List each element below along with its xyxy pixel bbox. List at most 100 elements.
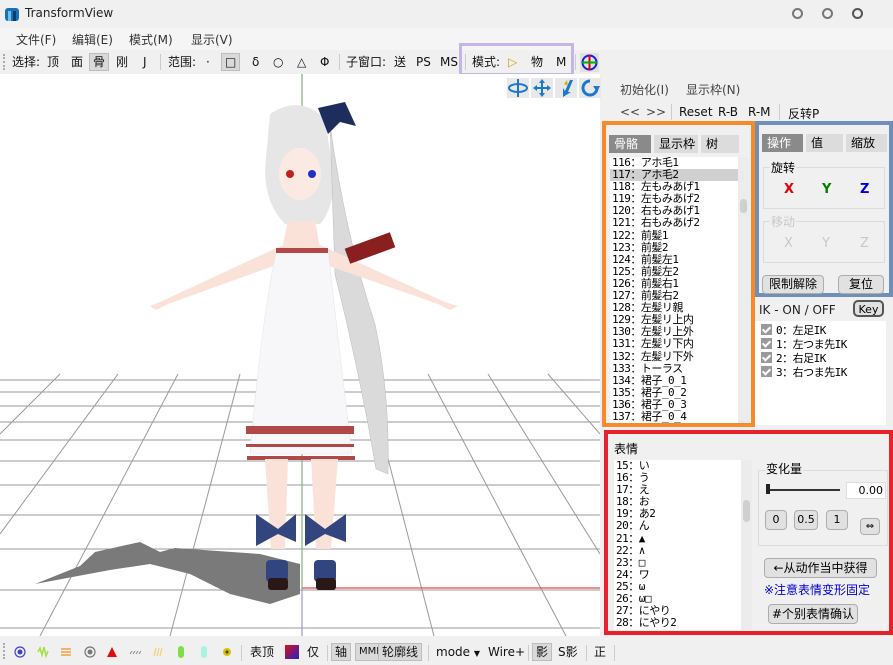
select-rigid-button[interactable]: 刚 [113, 53, 131, 71]
get-from-motion-button[interactable]: ←从动作当中获得 [764, 558, 877, 578]
tab-tree[interactable]: 树 [701, 135, 739, 153]
morph-list-scrollbar[interactable] [741, 460, 752, 630]
menu-view[interactable]: 显示(V) [191, 31, 233, 48]
display-frame-menu[interactable]: 显示枠(N) [686, 81, 740, 98]
amount-slider-track[interactable] [766, 489, 840, 491]
close-button[interactable] [852, 8, 863, 19]
scrollbar-thumb[interactable] [740, 199, 747, 213]
range-phi-button[interactable]: Φ [317, 53, 332, 71]
tab-operation[interactable]: 操作 [762, 134, 803, 152]
red-triangle-icon[interactable] [106, 646, 118, 658]
shadow-toggle[interactable]: 影 [532, 643, 553, 661]
subwindow-send-button[interactable]: 送 [391, 53, 409, 71]
initialize-menu[interactable]: 初始化(I) [620, 81, 669, 98]
ik-key-button[interactable]: Key [853, 300, 884, 317]
rotate-x-button[interactable]: X [784, 182, 794, 197]
axis-toggle[interactable]: 轴 [331, 643, 352, 661]
yellow-gear-icon[interactable] [221, 646, 233, 658]
local-move-button[interactable] [555, 78, 577, 98]
ik-checkbox[interactable] [761, 352, 772, 363]
menu-mode[interactable]: 模式(M) [129, 31, 173, 48]
tab-value[interactable]: 值 [806, 134, 843, 152]
range-delta-button[interactable]: δ [249, 53, 262, 71]
list-item[interactable]: 123：前髪2 [610, 241, 738, 254]
minimize-button[interactable] [792, 8, 803, 19]
list-item[interactable]: 137：裙子_0_4 [610, 410, 738, 423]
green-capsule-icon[interactable] [175, 646, 187, 658]
list-item[interactable]: 132：左髪リ下外 [610, 350, 738, 363]
prev-button[interactable]: << [620, 105, 640, 119]
preset-1-button[interactable]: 1 [826, 510, 848, 530]
cyan-capsule-icon[interactable] [198, 646, 210, 658]
list-item[interactable]: 21：▲ [614, 532, 745, 545]
list-item[interactable]: 20：ん [614, 520, 745, 532]
list-item[interactable]: 131：左髪リ下内 [610, 338, 738, 350]
toolbar-grip[interactable] [3, 54, 5, 70]
ik-checkbox[interactable] [761, 366, 772, 377]
move-arrows-button[interactable] [531, 78, 553, 98]
maximize-button[interactable] [822, 8, 833, 19]
tab-display-frame[interactable]: 显示枠 [654, 135, 698, 153]
unlock-limits-button[interactable]: 限制解除 [762, 275, 824, 294]
range-triangle-button[interactable]: △ [294, 53, 309, 71]
reset-position-button[interactable]: 复位 [838, 275, 884, 294]
confirm-morph-button[interactable]: #个别表情确认 [768, 604, 858, 624]
reset-bone-button[interactable]: R-B [718, 105, 738, 119]
rotate-axes-button[interactable] [507, 78, 529, 98]
menu-edit[interactable]: 编辑(E) [72, 31, 113, 48]
rotate-y-button[interactable]: Y [822, 182, 831, 197]
range-point-button[interactable]: · [203, 53, 213, 71]
only-label[interactable]: 仅 [307, 643, 319, 661]
select-bone-button[interactable]: 骨 [89, 53, 110, 71]
mode-dropdown[interactable]: mode ▼ [436, 643, 480, 661]
world-axis-icon[interactable] [580, 53, 599, 72]
select-vertex-button[interactable]: 顶 [44, 53, 62, 71]
select-point-icon[interactable] [14, 646, 26, 658]
green-particles-icon[interactable] [37, 646, 49, 658]
bone-list-scrollbar[interactable] [738, 157, 749, 423]
ik-checkbox[interactable] [761, 324, 772, 335]
front-view-button[interactable]: 正 [594, 643, 606, 661]
preset-0-button[interactable]: 0 [765, 510, 787, 530]
gray-point-icon[interactable] [84, 646, 96, 658]
menu-file[interactable]: 文件(F) [16, 31, 56, 48]
flip-pose-button[interactable]: 反转P [788, 105, 819, 122]
reset-morph-button[interactable]: R-M [748, 105, 771, 119]
outline-toggle[interactable]: 轮廓线 [378, 643, 423, 661]
subwindow-ms-button[interactable]: MS [437, 53, 461, 71]
ik-item[interactable]: 3：右つま先IK [761, 364, 847, 380]
show-vertex-label[interactable]: 表顶 [250, 643, 274, 661]
tab-bones[interactable]: 骨骼 [609, 135, 651, 153]
amount-input[interactable]: 0.00 [846, 482, 886, 499]
yellow-lines-icon[interactable] [152, 646, 164, 658]
preset-half-button[interactable]: 0.5 [794, 510, 818, 530]
range-rect-button[interactable]: □ [221, 53, 241, 71]
list-item[interactable]: 122：前髪1 [610, 229, 738, 242]
wire-plus-button[interactable]: Wire+ [488, 643, 525, 661]
list-item[interactable]: 22：∧ [614, 544, 745, 557]
ik-checkbox[interactable] [761, 338, 772, 349]
subwindow-ps-button[interactable]: PS [413, 53, 434, 71]
3d-viewport[interactable] [0, 74, 600, 636]
morph-list[interactable]: 15：い 16：う 17：え 18：お 19：あ2 20：ん 21：▲ 22：∧ 23：□ 24：… [614, 460, 745, 630]
tab-scale[interactable]: 缩放 [846, 134, 887, 152]
amount-slider-thumb[interactable] [766, 484, 770, 494]
swap-button[interactable]: ⇔ [860, 518, 880, 535]
list-item[interactable]: 133：トーラス [610, 362, 738, 375]
list-item[interactable]: 134：裙子_0_1 [610, 374, 738, 387]
orange-particles-icon[interactable] [60, 646, 72, 658]
gray-lines-icon[interactable] [129, 646, 141, 658]
self-shadow-toggle[interactable]: S影 [558, 643, 578, 661]
range-circle-button[interactable]: ○ [270, 53, 286, 71]
list-item[interactable]: 28：にやり2 [614, 617, 745, 629]
color-swatch-button[interactable] [285, 645, 299, 659]
rotate-z-button[interactable]: Z [860, 182, 869, 197]
toolbar-grip[interactable] [3, 643, 5, 659]
rotate-button[interactable] [579, 78, 601, 98]
next-button[interactable]: >> [646, 105, 666, 119]
select-joint-button[interactable]: J [140, 53, 150, 71]
scrollbar-thumb[interactable] [743, 500, 750, 522]
list-item[interactable]: 121：右もみあげ2 [610, 217, 738, 229]
reset-button[interactable]: Reset [679, 105, 713, 119]
select-face-button[interactable]: 面 [68, 53, 86, 71]
